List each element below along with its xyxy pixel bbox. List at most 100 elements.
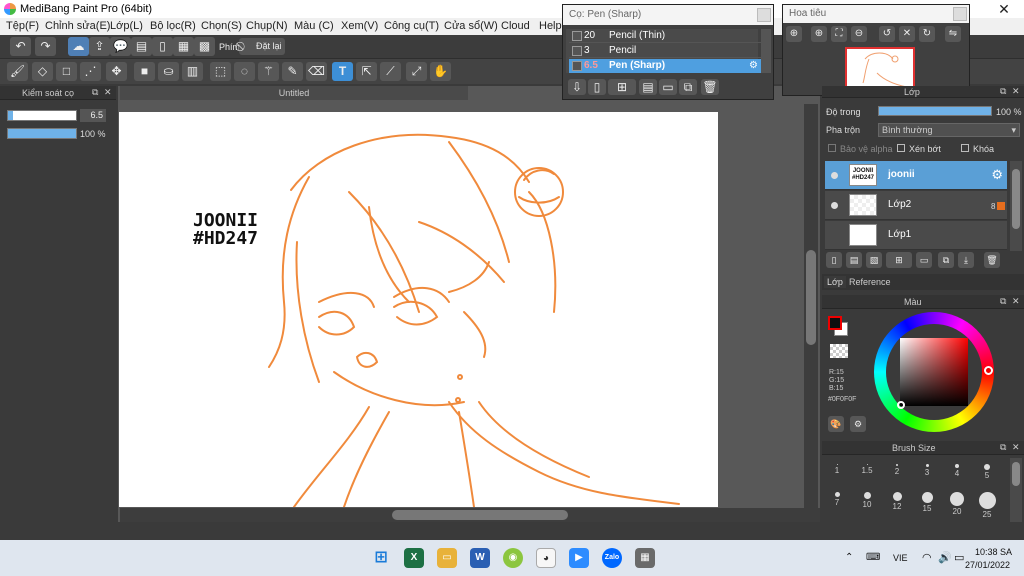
rotate-right-button[interactable]: ↻ [919,26,935,42]
film-button[interactable]: ▦ [173,37,194,56]
tab-layer[interactable]: Lớp [824,276,846,288]
word-icon[interactable]: W [470,548,490,568]
folder-layer-button[interactable]: ▭ [916,252,932,268]
battery-icon[interactable]: ▭ [954,551,964,564]
rotate-left-button[interactable]: ↺ [879,26,895,42]
layer-item-joonii[interactable]: JOONII #HD247 joonii ⚙ [825,161,1007,190]
brush-opacity-slider[interactable] [7,128,77,139]
expand-icon[interactable]: ⧉ [92,87,98,98]
menu-window[interactable]: Cửa sổ(W) [444,20,498,32]
new-halftone-button[interactable]: ▤ [846,252,862,268]
delete-brush-button[interactable]: 🗑 [701,79,719,95]
navigator-close-button[interactable] [953,7,967,21]
brush-list-scrollbar[interactable] [761,29,771,73]
eye-icon[interactable] [831,172,838,179]
tab-untitled[interactable]: Untitled [120,86,468,100]
brush-size-cell-1-0[interactable]: 1 [822,462,852,484]
brush-size-cell-2-3[interactable]: 15 [912,490,942,513]
menu-snap[interactable]: Chụp(N) [246,20,288,32]
operation-tool[interactable]: ⇱ [356,62,377,81]
layer-item-lop1[interactable]: Lớp1 [825,221,1007,250]
greenapp-icon[interactable]: ◉ [503,548,523,568]
menu-cloud[interactable]: Cloud [501,20,530,32]
brush-size-cell-2-5[interactable]: 25 [972,490,1002,519]
palette-button[interactable]: 🎨 [828,416,844,432]
menu-help[interactable]: Help [539,20,562,32]
gear-icon[interactable]: ⚙ [749,59,758,73]
lasso-tool[interactable]: ◌ [234,62,255,81]
bucket-tool[interactable]: ⛀ [158,62,179,81]
protect-alpha-checkbox[interactable]: Bảo vệ alpha [828,144,893,154]
brush-folder-button[interactable]: ▭ [659,79,677,95]
delete-layer-button[interactable]: 🗑 [984,252,1000,268]
menu-color[interactable]: Màu (C) [294,20,334,32]
page-button[interactable]: ▯ [152,37,173,56]
excel-icon[interactable]: X [404,548,424,568]
brush-list-close-button[interactable] [757,8,771,22]
magic-wand-tool[interactable]: ⚚ [258,62,279,81]
menu-edit[interactable]: Chỉnh sửa(E) [45,20,110,32]
transparent-color-swatch[interactable] [830,344,848,358]
new-brush-button[interactable]: ▯ [588,79,606,95]
close-icon[interactable]: ✕ [1012,86,1020,97]
menu-tools[interactable]: Công cụ(T) [384,20,439,32]
clock-date[interactable]: 27/01/2022 [965,560,1010,570]
layer-item-lop2[interactable]: Lớp2 8 [825,191,1007,220]
eye-icon[interactable] [831,202,838,209]
redo-button[interactable]: ↷ [35,37,56,56]
menu-file[interactable]: Tệp(F) [6,20,39,32]
expand-icon[interactable]: ⧉ [1000,442,1006,453]
close-icon[interactable]: ✕ [1012,296,1020,307]
close-icon[interactable]: ✕ [1012,442,1020,453]
close-icon[interactable]: ✕ [104,87,112,98]
hue-handle[interactable] [984,366,993,375]
reset-view-button[interactable]: ✕ [899,26,915,42]
brush-size-slider[interactable] [7,110,77,121]
layer-opacity-slider[interactable] [878,106,992,116]
brush-size-cell-1-3[interactable]: 3 [912,462,942,484]
menu-select[interactable]: Chọn(S) [201,20,242,32]
drawing-canvas[interactable]: JOONII #HD247 [119,112,718,507]
expand-icon[interactable]: ⧉ [1000,296,1006,307]
brush-size-cell-1-4[interactable]: 4 [942,462,972,484]
brush-settings-button[interactable]: ▤ [639,79,657,95]
brush-size-cell-1-5[interactable]: 5 [972,462,1002,484]
lock-checkbox[interactable]: Khóa [961,144,994,154]
brush-size-cell-1-2[interactable]: 2 [882,462,912,484]
menu-layer[interactable]: Lớp(L) [110,20,143,32]
zoom-app-icon[interactable]: ▶ [569,548,589,568]
cloud-download-button[interactable]: ⇩ [568,79,586,95]
hue-wheel[interactable] [874,312,994,432]
reset-button[interactable]: ⃠Đặt lại [239,38,285,55]
blend-mode-select[interactable]: Bình thường ▾ [878,123,1020,137]
brush-size-cell-2-4[interactable]: 20 [942,490,972,516]
hand-tool[interactable]: ✋ [430,62,451,81]
file-explorer-icon[interactable]: ▭ [437,548,457,568]
new-8bit-button[interactable]: ▧ [866,252,882,268]
duplicate-layer-button[interactable]: ⧉ [938,252,954,268]
gradient-tool[interactable]: ▥ [182,62,203,81]
eraser-tool[interactable]: ◇ [32,62,53,81]
brush-tool[interactable]: 🖌 [7,62,28,81]
brush-size-cell-2-1[interactable]: 10 [852,490,882,512]
canvas-vertical-scrollbar[interactable] [804,104,818,508]
wifi-icon[interactable]: ◠ [922,551,932,564]
grid-button[interactable]: ▩ [194,37,215,56]
canvas-horizontal-scrollbar[interactable] [120,508,820,522]
brush-size-scrollbar[interactable] [1010,458,1022,522]
share-button[interactable]: ⇪ [89,37,110,56]
flip-button[interactable]: ⇋ [945,26,961,42]
zalo-icon[interactable]: Zalo [602,548,622,568]
duplicate-brush-button[interactable]: ⧉ [679,79,697,95]
brush-size-value[interactable]: 6.5 [80,109,106,122]
calculator-icon[interactable]: ▦ [635,548,655,568]
eyedropper-tool[interactable]: ⤢ [406,62,427,81]
brush-item[interactable]: 3 Pencil [569,44,761,58]
text-tool[interactable]: T [332,62,353,81]
dot-tool[interactable]: ⋰ [80,62,101,81]
brush-size-cell-2-2[interactable]: 12 [882,490,912,512]
cloud-button[interactable]: ☁ [68,37,89,56]
medibang-icon[interactable]: ◕ [536,548,556,568]
menu-view[interactable]: Xem(V) [341,20,378,32]
brush-size-cell-2-0[interactable]: 7 [822,490,852,512]
